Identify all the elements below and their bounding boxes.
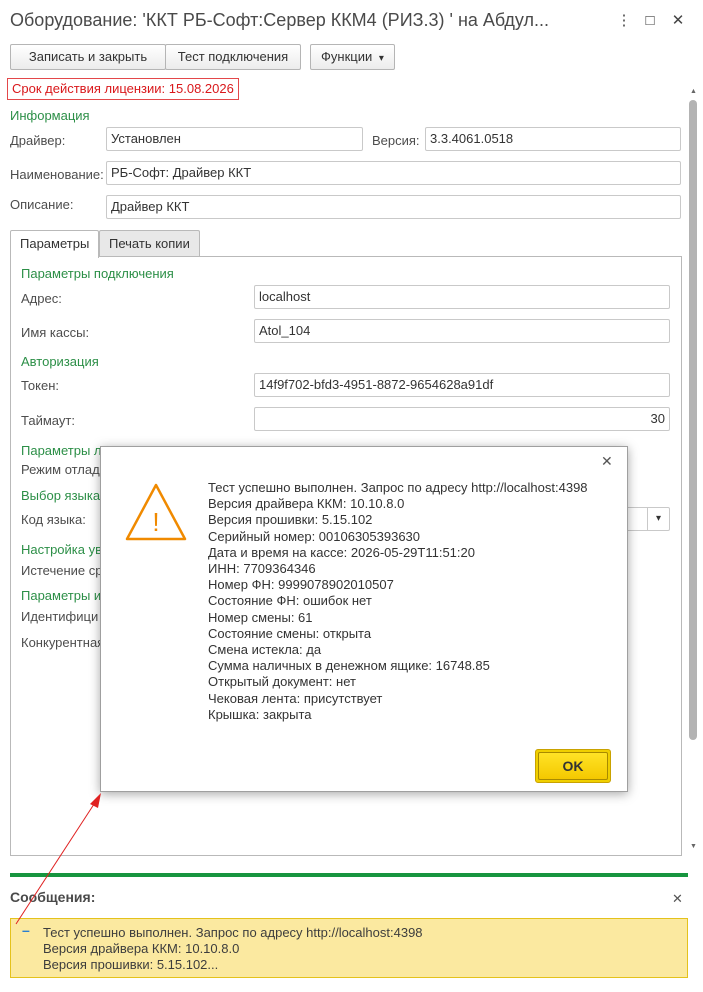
dialog-line: Дата и время на кассе: 2026-05-29T11:51:… [208,544,475,560]
messages-title: Сообщения: [10,889,96,905]
dialog-line: Тест успешно выполнен. Запрос по адресу … [208,480,588,495]
language-code-label: Код языка: [21,512,86,527]
dialog-message: Тест успешно выполнен. Запрос по адресу … [208,480,588,723]
dialog-line: Сумма наличных в денежном ящике: 16748.8… [208,658,490,674]
functions-label: Функции [321,49,373,64]
timeout-input[interactable]: 30 [254,407,670,431]
description-field[interactable]: Драйвер ККТ [106,195,681,219]
scroll-up-icon[interactable]: ▲ [690,88,697,95]
language-section-title: Выбор языка [21,488,101,503]
dialog-line: Состояние ФН: ошибок нет [208,593,372,609]
scrollbar-thumb[interactable] [689,100,697,740]
expiry-label: Истечение ср [21,563,103,578]
dialog-line: Чековая лента: присутствует [208,690,383,706]
log-section-title: Параметры л [21,443,102,458]
name-label: Наименование: [10,167,104,182]
messages-divider [10,873,688,877]
debug-mode-label: Режим отлад [21,462,100,477]
window-title: Оборудование: 'ККТ РБ-Софт:Сервер ККМ4 (… [10,10,550,30]
message-line: Версия прошивки: 5.15.102... [43,957,219,972]
name-field[interactable]: РБ-Софт: Драйвер ККТ [106,161,681,185]
chevron-down-icon[interactable]: ▾ [647,508,669,530]
scroll-down-icon[interactable]: ▼ [690,843,697,850]
address-input[interactable]: localhost [254,285,670,309]
driver-field[interactable]: Установлен [106,127,363,151]
auth-section-title: Авторизация [21,354,99,369]
token-label: Токен: [21,378,60,393]
test-result-dialog: ✕ ! Тест успешно выполнен. Запрос по адр… [100,446,628,792]
cashbox-label: Имя кассы: [21,325,90,340]
chevron-down-icon: ▾ [378,53,384,64]
dialog-line: Версия прошивки: 5.15.102 [208,512,373,528]
dialog-close-icon[interactable]: ✕ [601,453,613,470]
save-close-button[interactable]: Записать и закрыть [10,44,166,70]
test-connection-button[interactable]: Тест подключения [165,44,301,70]
more-icon[interactable]: ⋮ [611,8,637,34]
dialog-line: Смена истекла: да [208,642,322,658]
warning-icon: ! [125,483,187,541]
functions-button[interactable]: Функции ▾ [310,44,395,70]
connection-section-title: Параметры подключения [21,266,174,281]
svg-text:!: ! [152,507,159,537]
dialog-line: Серийный номер: 00106305393630 [208,528,421,544]
message-text: Тест успешно выполнен. Запрос по адресу … [43,925,423,973]
message-line: Тест успешно выполнен. Запрос по адресу … [43,925,423,940]
close-icon[interactable]: ✕ [665,8,691,34]
id-section-title: Параметры и [21,588,102,603]
dialog-line: Версия драйвера ККМ: 10.10.8.0 [208,496,405,512]
dialog-line: Открытый документ: нет [208,674,356,690]
address-label: Адрес: [21,291,62,306]
message-line: Версия драйвера ККМ: 10.10.8.0 [43,941,240,956]
dialog-line: Состояние смены: открыта [208,625,372,641]
version-field[interactable]: 3.3.4061.0518 [425,127,681,151]
identifier-label: Идентифици [21,609,99,624]
notify-section-title: Настройка ув [21,542,103,557]
version-label: Версия: [372,133,420,148]
token-input[interactable]: 14f9f702-bfd3-4951-8872-9654628a91df [254,373,670,397]
cashbox-input[interactable]: Atol_104 [254,319,670,343]
message-dash-icon: – [22,922,30,938]
competitive-label: Конкурентная [21,635,105,650]
dialog-line: Крышка: закрыта [208,706,312,722]
messages-close-icon[interactable]: ✕ [672,891,683,907]
timeout-label: Таймаут: [21,413,75,428]
tab-parameters[interactable]: Параметры [10,230,100,258]
dialog-line: ИНН: 7709364346 [208,561,316,577]
dialog-line: Номер смены: 61 [208,609,313,625]
tab-print-copy[interactable]: Печать копии [99,230,200,257]
info-section-title: Информация [10,108,90,123]
description-label: Описание: [10,197,74,212]
maximize-icon[interactable]: □ [637,8,663,34]
dialog-line: Номер ФН: 9999078902010507 [208,577,394,593]
ok-button[interactable]: OK [535,749,611,783]
driver-label: Драйвер: [10,133,66,148]
ok-label: OK [538,752,608,780]
license-warning: Срок действия лицензии: 15.08.2026 [7,78,239,100]
